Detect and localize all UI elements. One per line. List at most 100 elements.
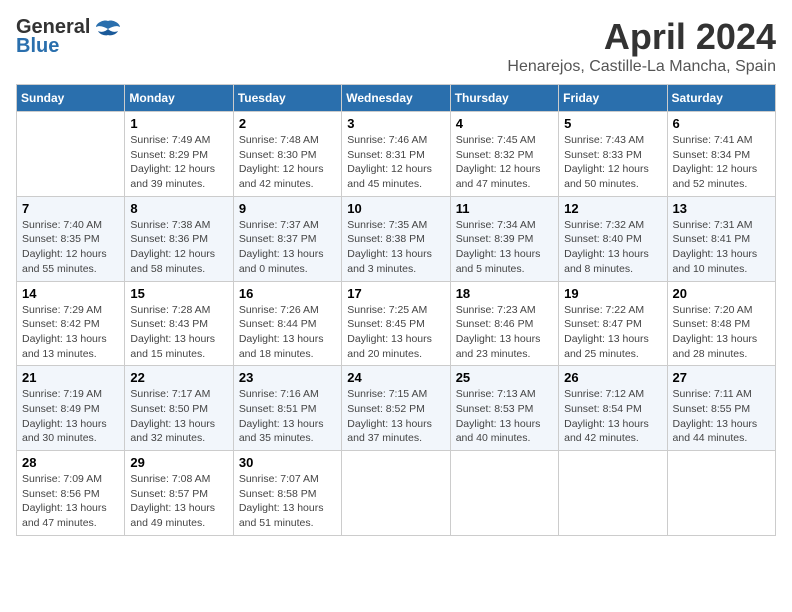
day-number: 23 <box>239 370 336 385</box>
weekday-header: Friday <box>559 85 667 112</box>
day-number: 18 <box>456 286 553 301</box>
day-info: Sunrise: 7:32 AMSunset: 8:40 PMDaylight:… <box>564 218 661 277</box>
day-info: Sunrise: 7:13 AMSunset: 8:53 PMDaylight:… <box>456 387 553 446</box>
month-title: April 2024 <box>507 16 776 58</box>
day-number: 10 <box>347 201 444 216</box>
day-number: 3 <box>347 116 444 131</box>
day-info: Sunrise: 7:28 AMSunset: 8:43 PMDaylight:… <box>130 303 227 362</box>
calendar-cell: 11Sunrise: 7:34 AMSunset: 8:39 PMDayligh… <box>450 196 558 281</box>
calendar-cell: 4Sunrise: 7:45 AMSunset: 8:32 PMDaylight… <box>450 112 558 197</box>
weekday-header: Thursday <box>450 85 558 112</box>
calendar-cell <box>342 451 450 536</box>
calendar-cell <box>450 451 558 536</box>
weekday-header: Sunday <box>17 85 125 112</box>
calendar-cell <box>559 451 667 536</box>
day-number: 8 <box>130 201 227 216</box>
calendar-cell: 10 Sunrise: 7:35 AMSunset: 8:38 PMDayligh… <box>342 196 450 281</box>
day-info: Sunrise: 7:20 AMSunset: 8:48 PMDaylight:… <box>673 303 770 362</box>
day-info: Sunrise: 7:35 AMSunset: 8:38 PMDaylight:… <box>347 218 444 277</box>
day-info: Sunrise: 7:08 AMSunset: 8:57 PMDaylight:… <box>130 472 227 531</box>
calendar-cell: 28Sunrise: 7:09 AMSunset: 8:56 PMDayligh… <box>17 451 125 536</box>
day-info: Sunrise: 7:11 AMSunset: 8:55 PMDaylight:… <box>673 387 770 446</box>
calendar-cell: 13 Sunrise: 7:31 AMSunset: 8:41 PMDayligh… <box>667 196 775 281</box>
weekday-header: Wednesday <box>342 85 450 112</box>
day-number: 14 <box>22 286 119 301</box>
day-number: 13 <box>673 201 770 216</box>
day-number: 6 <box>673 116 770 131</box>
day-number: 17 <box>347 286 444 301</box>
weekday-header: Saturday <box>667 85 775 112</box>
calendar-header-row: SundayMondayTuesdayWednesdayThursdayFrid… <box>17 85 776 112</box>
day-info: Sunrise: 7:48 AMSunset: 8:30 PMDaylight:… <box>239 133 336 192</box>
day-number: 7 <box>22 201 119 216</box>
calendar-cell: 25Sunrise: 7:13 AMSunset: 8:53 PMDayligh… <box>450 366 558 451</box>
day-info: Sunrise: 7:29 AMSunset: 8:42 PMDaylight:… <box>22 303 119 362</box>
calendar-cell: 26 Sunrise: 7:12 AMSunset: 8:54 PMDayligh… <box>559 366 667 451</box>
calendar-cell: 3 Sunrise: 7:46 AMSunset: 8:31 PMDaylight… <box>342 112 450 197</box>
day-info: Sunrise: 7:26 AMSunset: 8:44 PMDaylight:… <box>239 303 336 362</box>
day-info: Sunrise: 7:31 AMSunset: 8:41 PMDaylight:… <box>673 218 770 277</box>
calendar-cell: 7 Sunrise: 7:40 AMSunset: 8:35 PMDaylight… <box>17 196 125 281</box>
calendar-cell: 23Sunrise: 7:16 AMSunset: 8:51 PMDayligh… <box>233 366 341 451</box>
calendar-cell: 15 Sunrise: 7:28 AMSunset: 8:43 PMDayligh… <box>125 281 233 366</box>
calendar-cell <box>667 451 775 536</box>
day-info: Sunrise: 7:49 AMSunset: 8:29 PMDaylight:… <box>130 133 227 192</box>
calendar-cell: 16 Sunrise: 7:26 AMSunset: 8:44 PMDayligh… <box>233 281 341 366</box>
calendar-cell: 21Sunrise: 7:19 AMSunset: 8:49 PMDayligh… <box>17 366 125 451</box>
day-number: 5 <box>564 116 661 131</box>
calendar-week-row: 7 Sunrise: 7:40 AMSunset: 8:35 PMDaylight… <box>17 196 776 281</box>
calendar-cell: 14 Sunrise: 7:29 AMSunset: 8:42 PMDayligh… <box>17 281 125 366</box>
calendar-cell: 30 Sunrise: 7:07 AMSunset: 8:58 PMDayligh… <box>233 451 341 536</box>
calendar-cell: 20 Sunrise: 7:20 AMSunset: 8:48 PMDayligh… <box>667 281 775 366</box>
calendar-cell: 2 Sunrise: 7:48 AMSunset: 8:30 PMDaylight… <box>233 112 341 197</box>
calendar-cell: 29Sunrise: 7:08 AMSunset: 8:57 PMDayligh… <box>125 451 233 536</box>
header: General Blue April 2024 Henarejos, Casti… <box>16 16 776 76</box>
day-number: 19 <box>564 286 661 301</box>
calendar-cell: 6Sunrise: 7:41 AMSunset: 8:34 PMDaylight… <box>667 112 775 197</box>
calendar-week-row: 28Sunrise: 7:09 AMSunset: 8:56 PMDayligh… <box>17 451 776 536</box>
day-number: 2 <box>239 116 336 131</box>
day-number: 22 <box>130 370 227 385</box>
calendar-cell: 18 Sunrise: 7:23 AMSunset: 8:46 PMDayligh… <box>450 281 558 366</box>
day-info: Sunrise: 7:17 AMSunset: 8:50 PMDaylight:… <box>130 387 227 446</box>
day-number: 15 <box>130 286 227 301</box>
calendar-cell <box>17 112 125 197</box>
calendar-cell: 1Sunrise: 7:49 AMSunset: 8:29 PMDaylight… <box>125 112 233 197</box>
calendar-cell: 5 Sunrise: 7:43 AMSunset: 8:33 PMDaylight… <box>559 112 667 197</box>
calendar-cell: 17 Sunrise: 7:25 AMSunset: 8:45 PMDayligh… <box>342 281 450 366</box>
calendar-week-row: 14 Sunrise: 7:29 AMSunset: 8:42 PMDayligh… <box>17 281 776 366</box>
day-info: Sunrise: 7:22 AMSunset: 8:47 PMDaylight:… <box>564 303 661 362</box>
day-info: Sunrise: 7:25 AMSunset: 8:45 PMDaylight:… <box>347 303 444 362</box>
calendar-cell: 8Sunrise: 7:38 AMSunset: 8:36 PMDaylight… <box>125 196 233 281</box>
day-number: 9 <box>239 201 336 216</box>
calendar-cell: 9 Sunrise: 7:37 AMSunset: 8:37 PMDaylight… <box>233 196 341 281</box>
day-info: Sunrise: 7:37 AMSunset: 8:37 PMDaylight:… <box>239 218 336 277</box>
day-info: Sunrise: 7:23 AMSunset: 8:46 PMDaylight:… <box>456 303 553 362</box>
day-number: 16 <box>239 286 336 301</box>
calendar-week-row: 21Sunrise: 7:19 AMSunset: 8:49 PMDayligh… <box>17 366 776 451</box>
day-info: Sunrise: 7:15 AMSunset: 8:52 PMDaylight:… <box>347 387 444 446</box>
day-number: 24 <box>347 370 444 385</box>
day-info: Sunrise: 7:45 AMSunset: 8:32 PMDaylight:… <box>456 133 553 192</box>
day-number: 20 <box>673 286 770 301</box>
day-info: Sunrise: 7:07 AMSunset: 8:58 PMDaylight:… <box>239 472 336 531</box>
weekday-header: Tuesday <box>233 85 341 112</box>
logo-blue: Blue <box>16 35 59 58</box>
day-info: Sunrise: 7:43 AMSunset: 8:33 PMDaylight:… <box>564 133 661 192</box>
day-number: 27 <box>673 370 770 385</box>
day-number: 30 <box>239 455 336 470</box>
day-number: 26 <box>564 370 661 385</box>
title-area: April 2024 Henarejos, Castille-La Mancha… <box>507 16 776 76</box>
day-info: Sunrise: 7:34 AMSunset: 8:39 PMDaylight:… <box>456 218 553 277</box>
day-number: 21 <box>22 370 119 385</box>
calendar-table: SundayMondayTuesdayWednesdayThursdayFrid… <box>16 84 776 536</box>
logo-bird-icon <box>94 19 122 37</box>
day-info: Sunrise: 7:09 AMSunset: 8:56 PMDaylight:… <box>22 472 119 531</box>
day-info: Sunrise: 7:40 AMSunset: 8:35 PMDaylight:… <box>22 218 119 277</box>
day-info: Sunrise: 7:12 AMSunset: 8:54 PMDaylight:… <box>564 387 661 446</box>
calendar-cell: 24 Sunrise: 7:15 AMSunset: 8:52 PMDayligh… <box>342 366 450 451</box>
calendar-cell: 12Sunrise: 7:32 AMSunset: 8:40 PMDayligh… <box>559 196 667 281</box>
logo: General Blue <box>16 16 122 58</box>
calendar-cell: 19 Sunrise: 7:22 AMSunset: 8:47 PMDayligh… <box>559 281 667 366</box>
day-info: Sunrise: 7:46 AMSunset: 8:31 PMDaylight:… <box>347 133 444 192</box>
